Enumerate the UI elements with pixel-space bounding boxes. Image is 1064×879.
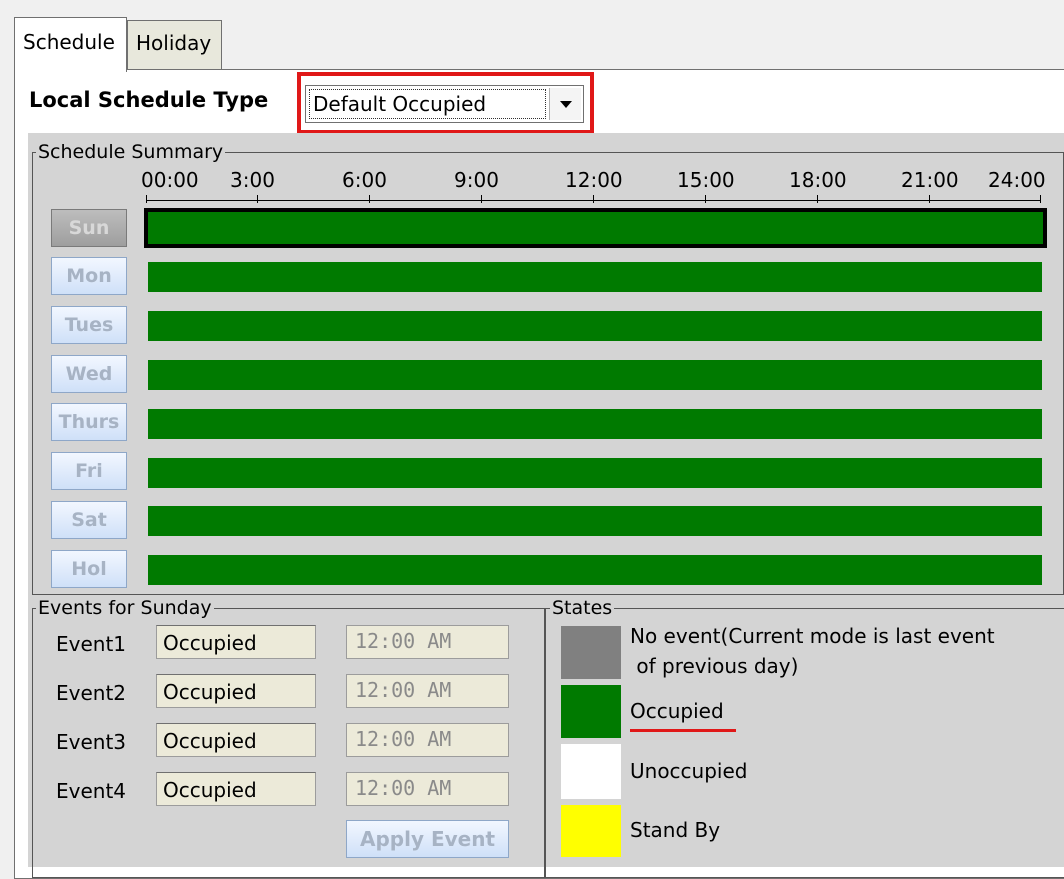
events-group-title: Events for Sunday [36, 597, 214, 619]
no-event-swatch [561, 626, 621, 679]
day-schedule-bar-tues[interactable] [148, 311, 1042, 341]
day-button-wed[interactable]: Wed [51, 355, 127, 393]
timeline-tick [705, 195, 706, 203]
state-label: Occupied [630, 699, 724, 723]
timeline-tick [481, 195, 482, 203]
event-state-field[interactable]: Occupied [156, 674, 316, 708]
time-label: 15:00 [677, 168, 735, 192]
state-label: No event(Current mode is last event [630, 624, 995, 648]
day-button-sun[interactable]: Sun [51, 209, 127, 247]
event-label: Event2 [56, 681, 127, 705]
time-label: 9:00 [454, 168, 499, 192]
event-state-field[interactable]: Occupied [156, 625, 316, 659]
schedule-summary-title: Schedule Summary [36, 141, 226, 163]
timeline-tick [146, 195, 147, 203]
day-schedule-bar-mon[interactable] [148, 262, 1042, 292]
time-label: 6:00 [342, 168, 387, 192]
state-label-continued: of previous day) [630, 654, 799, 678]
event-time-field[interactable]: 12:00 AM [346, 674, 509, 708]
apply-event-button[interactable]: Apply Event [346, 820, 509, 858]
standby-swatch [561, 805, 621, 857]
timeline-tick [1040, 195, 1041, 203]
day-schedule-bar-thurs[interactable] [148, 409, 1042, 439]
event-label: Event3 [56, 730, 127, 754]
time-label: 18:00 [789, 168, 847, 192]
day-button-hol[interactable]: Hol [51, 550, 127, 588]
event-label: Event4 [56, 779, 127, 803]
state-label: Stand By [630, 818, 721, 842]
time-label: 21:00 [901, 168, 959, 192]
timeline-tick [929, 195, 930, 203]
tab-schedule[interactable]: Schedule [14, 17, 127, 72]
occupied-underline [630, 729, 736, 732]
day-button-thurs[interactable]: Thurs [51, 403, 127, 441]
tab-holiday[interactable]: Holiday [127, 20, 222, 70]
day-button-sat[interactable]: Sat [51, 501, 127, 539]
state-label: Unoccupied [630, 759, 748, 783]
schedule-type-label: Local Schedule Type [29, 88, 269, 112]
day-schedule-bar-sun[interactable] [144, 208, 1047, 248]
event-label: Event1 [56, 632, 127, 656]
event-time-field[interactable]: 12:00 AM [346, 625, 509, 659]
day-schedule-bar-sat[interactable] [148, 506, 1042, 536]
states-group-title: States [550, 597, 615, 619]
unoccupied-swatch [561, 744, 621, 799]
timeline-tick [593, 195, 594, 203]
event-state-field[interactable]: Occupied [156, 772, 316, 806]
time-label: 24:00 [988, 168, 1046, 192]
day-button-tues[interactable]: Tues [51, 306, 127, 344]
day-schedule-bar-hol[interactable] [148, 555, 1042, 585]
occupied-swatch [561, 685, 621, 738]
event-time-field[interactable]: 12:00 AM [346, 772, 509, 806]
event-time-field[interactable]: 12:00 AM [346, 723, 509, 757]
day-schedule-bar-fri[interactable] [148, 458, 1042, 488]
timeline-tick [369, 195, 370, 203]
time-label: 00:00 [141, 168, 199, 192]
highlight-box [297, 72, 594, 134]
day-schedule-bar-wed[interactable] [148, 360, 1042, 390]
day-button-fri[interactable]: Fri [51, 452, 127, 490]
event-state-field[interactable]: Occupied [156, 723, 316, 757]
timeline-tick [257, 195, 258, 203]
time-label: 12:00 [565, 168, 623, 192]
timeline-tick [817, 195, 818, 203]
time-label: 3:00 [230, 168, 275, 192]
day-button-mon[interactable]: Mon [51, 257, 127, 295]
